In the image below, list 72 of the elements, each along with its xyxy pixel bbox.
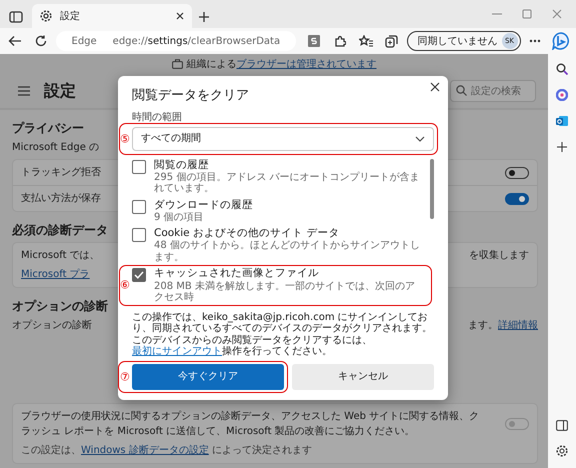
puzzle-icon[interactable] <box>334 35 346 47</box>
swirl-logo-icon[interactable] <box>556 89 568 101</box>
annotation-number: ⑦ <box>120 371 130 382</box>
favorites-icon[interactable] <box>358 35 373 47</box>
add-icon[interactable] <box>557 142 567 152</box>
option-title: キャッシュされた画像とファイル <box>154 267 320 280</box>
checkbox[interactable] <box>132 268 146 282</box>
dialog-title: 閲覧データをクリア <box>132 87 250 105</box>
collections-icon[interactable] <box>385 34 398 48</box>
letter-s-icon[interactable] <box>308 35 320 47</box>
checkbox[interactable] <box>132 160 146 174</box>
chat-logo-icon[interactable] <box>552 32 570 50</box>
chevron-down-icon <box>415 136 425 142</box>
menu-icon[interactable] <box>18 86 30 96</box>
sync-notice: この操作では、keiko_sakita@jp.ricoh.com にサインインしており、同期されているすべてのデバイスのデータがクリアされます。このデバイスからのみ閲覧データをクリアするには、 最初にサインアウト 操作を行ってください。 <box>132 312 433 358</box>
scrollbar-thumb[interactable] <box>430 158 434 218</box>
maximize-icon[interactable] <box>521 8 533 20</box>
tab-actions-icon[interactable] <box>9 11 23 23</box>
field-label: 時間の範囲 <box>132 110 183 124</box>
time-range-dropdown[interactable]: すべての期間 <box>132 126 434 150</box>
option-title: ダウンロードの履歴 <box>154 198 253 212</box>
section-heading: 必須の診断データ <box>12 222 108 239</box>
search-field[interactable]: 設定の検索 <box>450 80 536 102</box>
search-icon[interactable] <box>556 63 568 75</box>
option-title: 閲覧の履歴 <box>154 158 210 172</box>
annotation-number: ⑥ <box>120 280 130 291</box>
back-icon[interactable] <box>8 35 22 47</box>
privacy-link[interactable]: Microsoft プラ <box>21 269 90 280</box>
toggle-switch[interactable] <box>505 192 529 204</box>
browser-tab[interactable]: 設定 <box>32 4 192 28</box>
section-description: オプションの診断 <box>12 318 92 333</box>
new-tab-icon[interactable] <box>198 11 210 23</box>
sidebar-panel-icon[interactable] <box>556 420 568 430</box>
option-title: Cookie およびその他のサイト データ <box>154 227 340 240</box>
sign-out-link[interactable]: 最初にサインアウト <box>132 346 222 357</box>
managed-link[interactable]: ブラウザーは管理されています <box>236 58 376 70</box>
briefcase-icon <box>172 59 182 69</box>
url-text: edge://settings/clearBrowserData <box>112 34 280 48</box>
option-description: 48 個のサイトから。ほとんどのサイトからサインアウトします。 <box>154 240 421 264</box>
address-bar[interactable]: Edge edge://settings/clearBrowserData <box>56 31 296 51</box>
section-description: Microsoft Edge の <box>12 141 100 155</box>
search-icon <box>456 85 467 96</box>
option-description: 295 個の項目。アドレス バーにオートコンプリートが含まれています。 <box>154 172 420 195</box>
section-heading: プライバシー <box>12 120 84 137</box>
section-heading: オプションの診断 <box>12 298 108 315</box>
setting-label: を収集します <box>469 248 529 263</box>
checkbox[interactable] <box>132 228 146 242</box>
learn-more-link[interactable]: 詳細情報 <box>498 320 538 331</box>
option-description: 208 MB 未満を解放します。一部のサイトでは、次回のアクセス時 <box>154 280 416 304</box>
setting-label: Microsoft では、 <box>21 249 100 263</box>
setting-label: ブラウザーの使用状況に関するオプションの診断データ、アクセスした Web サイトに関する情報、クラッシュ レポートを Microsoft に送信して、Microsoft 製品の改善にご協力ください。 <box>21 410 480 439</box>
toggle-switch[interactable] <box>505 166 529 178</box>
setting-note: この設定は、Windows 診断データの設定 によって決定されます <box>21 444 314 458</box>
managed-notice: 組織によるブラウザーは管理されています <box>186 58 376 72</box>
section-description: ます。詳細情報 <box>468 318 538 333</box>
cancel-button[interactable]: キャンセル <box>292 364 434 390</box>
site-label: Edge <box>72 34 97 48</box>
close-icon[interactable] <box>176 12 184 20</box>
clear-now-button[interactable]: 今すぐクリア <box>132 364 284 390</box>
gear-icon <box>40 10 52 22</box>
refresh-icon[interactable] <box>34 35 47 47</box>
close-icon[interactable] <box>430 82 440 92</box>
option-description: 9 個の項目 <box>154 212 205 224</box>
setting-label: トラッキング拒否 <box>21 166 101 180</box>
checkbox[interactable] <box>132 200 146 214</box>
tab-title: 設定 <box>60 10 81 24</box>
settings-icon[interactable] <box>556 445 568 457</box>
more-icon[interactable] <box>529 39 542 43</box>
setting-label: 支払い方法が保存 <box>21 192 101 206</box>
page-title: 設定 <box>44 80 76 102</box>
annotation-number: ⑤ <box>120 133 130 144</box>
mail-app-icon[interactable] <box>556 115 568 127</box>
